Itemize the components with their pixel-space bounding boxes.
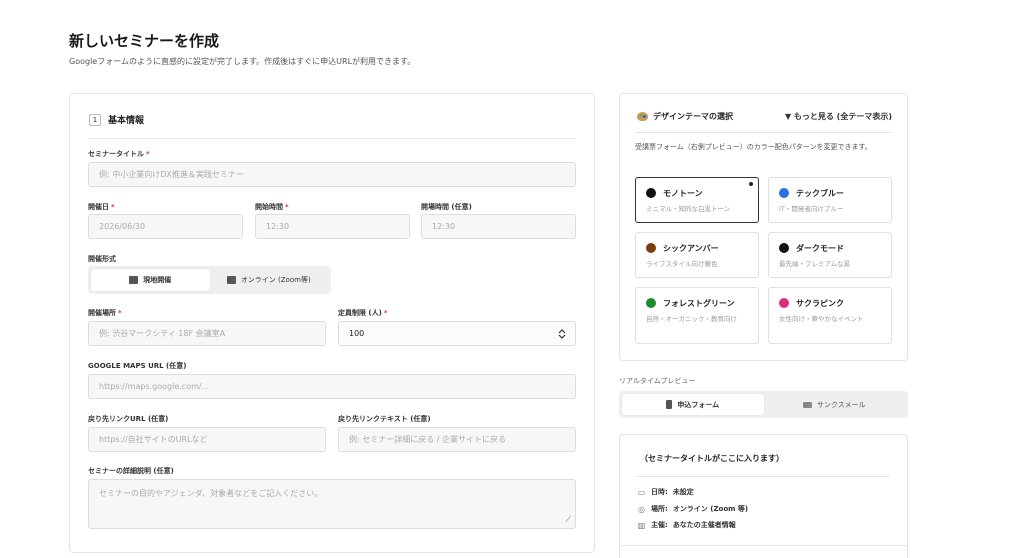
preview-row-key: 日時:	[651, 488, 668, 496]
step-number-badge: 1	[89, 113, 101, 126]
seminar-title-label: セミナータイトル *	[88, 150, 150, 158]
open-time-input[interactable]: 12:30	[421, 214, 576, 239]
format-option-online[interactable]: オンライン (Zoom等)	[210, 269, 329, 291]
resize-handle-icon[interactable]: ⟋	[565, 515, 571, 525]
maps-url-label: GOOGLE MAPS URL (任意)	[88, 362, 187, 370]
start-time-input[interactable]: 12:30	[255, 214, 410, 239]
return-url-input[interactable]: https://自社サイトのURLなど	[88, 427, 326, 452]
theme-option-name: モノトーン	[663, 189, 703, 198]
theme-option-name: フォレストグリーン	[663, 299, 735, 308]
theme-option-desc: 自然・オーガニック・教育向け	[646, 315, 737, 323]
capacity-input[interactable]: 100	[338, 321, 576, 346]
format-toggle: 現地開催 オンライン (Zoom等)	[88, 266, 331, 294]
theme-option-desc: 最先端・プレミアムな黒	[779, 260, 851, 268]
theme-option-name: サクラピンク	[796, 299, 844, 308]
mail-icon	[802, 401, 812, 408]
capacity-label: 定員制限 (人) *	[338, 309, 388, 317]
venue-input[interactable]: 例: 渋谷マークシティ 18F 会議室A	[88, 321, 326, 346]
theme-option-forest-green[interactable]: フォレストグリーン 自然・オーガニック・教育向け	[635, 287, 759, 344]
theme-title: デザインテーマの選択	[637, 111, 733, 122]
open-time-label: 開場時間 (任意)	[421, 203, 472, 211]
preview-row-organizer: ▥ 主催: あなたの主催者情報	[637, 520, 736, 530]
color-dot-icon	[779, 243, 789, 253]
preview-row-value: 未設定	[672, 488, 694, 496]
palette-icon	[637, 112, 648, 121]
theme-title-text: デザインテーマの選択	[653, 112, 733, 121]
theme-option-tech-blue[interactable]: テックブルー IT・開発者向けブルー	[768, 177, 892, 223]
date-input[interactable]: 2026/06/30	[88, 214, 243, 239]
tab-application-form[interactable]: 申込フォーム	[622, 394, 764, 415]
phone-icon	[666, 400, 673, 409]
return-text-input[interactable]: 例: セミナー詳細に戻る / 企業サイトに戻る	[338, 427, 576, 452]
color-dot-icon	[646, 188, 656, 198]
return-url-label: 戻り先リンクURL (任意)	[88, 415, 169, 423]
theme-option-desc: IT・開発者向けブルー	[779, 205, 844, 213]
page-title: 新しいセミナーを作成	[69, 32, 220, 50]
tab-application-form-label: 申込フォーム	[677, 400, 720, 409]
theme-option-name: ダークモード	[796, 244, 844, 253]
preview-tabs: 申込フォーム サンクスメール	[619, 391, 908, 418]
preview-divider	[637, 476, 890, 477]
capacity-value: 100	[349, 329, 365, 338]
format-label: 開催形式	[88, 255, 116, 263]
color-dot-icon	[646, 243, 656, 253]
format-option-onsite-label: 現地開催	[143, 276, 172, 284]
preview-row-datetime: ▭ 日時: 未設定	[637, 487, 694, 497]
date-label: 開催日 *	[88, 203, 115, 211]
color-dot-icon	[779, 298, 789, 308]
theme-option-monotone[interactable]: モノトーン ミニマル・知的な白黒トーン	[635, 177, 759, 223]
preview-row-value: あなたの主催者情報	[672, 521, 736, 529]
preview-seminar-title: （セミナータイトルがここに入ります）	[640, 454, 784, 463]
description-label: セミナーの詳細説明 (任意)	[88, 467, 174, 475]
theme-option-desc: ミニマル・知的な白黒トーン	[646, 205, 731, 213]
preview-row-key: 場所:	[651, 505, 668, 513]
preview-label: リアルタイムプレビュー	[619, 377, 696, 385]
description-textarea[interactable]: セミナーの目的やアジェンダ、対象者などをご記入ください。 ⟋	[88, 479, 576, 529]
theme-option-sakura-pink[interactable]: サクラピンク 女性向け・華やかなイベント	[768, 287, 892, 344]
section-header: 1 基本情報	[89, 113, 144, 126]
page-subtitle: Googleフォームのように直感的に設定が完了します。作成後はすぐに申込URLが…	[69, 57, 416, 66]
preview-bottom-divider	[620, 545, 907, 546]
venue-label: 開催場所 *	[88, 309, 122, 317]
maps-url-input[interactable]: https://maps.google.com/...	[88, 374, 576, 399]
start-time-label: 開始時間 *	[255, 203, 289, 211]
theme-option-desc: 女性向け・華やかなイベント	[779, 315, 864, 323]
monitor-icon	[226, 276, 236, 284]
color-dot-icon	[646, 298, 656, 308]
section-title: 基本情報	[108, 116, 145, 126]
preview-row-location: ◎ 場所: オンライン (Zoom 等)	[637, 504, 748, 514]
section-divider	[89, 138, 575, 139]
preview-card: （セミナータイトルがここに入ります） ▭ 日時: 未設定 ◎ 場所: オンライン…	[619, 434, 908, 558]
theme-divider	[635, 132, 892, 133]
show-more-themes-link[interactable]: ▼ もっと見る (全テーマ表示)	[785, 111, 892, 122]
calendar-icon: ▭	[637, 487, 646, 497]
tab-thanks-mail-label: サンクスメール	[816, 400, 866, 409]
theme-option-dark-mode[interactable]: ダークモード 最先端・プレミアムな黒	[768, 232, 892, 278]
building-icon	[129, 276, 139, 284]
location-pin-icon: ◎	[638, 504, 645, 514]
seminar-title-input[interactable]: 例: 中小企業向けDX推進＆実践セミナー	[88, 162, 576, 187]
return-text-label: 戻り先リンクテキスト (任意)	[338, 415, 431, 423]
stepper-icon[interactable]	[558, 328, 566, 340]
theme-option-desc: ライフスタイル向け暖色	[646, 260, 718, 268]
format-option-online-label: オンライン (Zoom等)	[240, 276, 311, 284]
theme-option-name: テックブルー	[796, 189, 844, 198]
color-dot-icon	[779, 188, 789, 198]
theme-description: 受講票フォーム（右側プレビュー）のカラー配色パターンを変更できます。	[635, 143, 872, 151]
format-option-onsite[interactable]: 現地開催	[91, 269, 210, 291]
building-icon: ▥	[637, 520, 646, 530]
preview-row-value: オンライン (Zoom 等)	[672, 505, 749, 513]
selected-indicator-icon	[749, 182, 753, 186]
description-placeholder: セミナーの目的やアジェンダ、対象者などをご記入ください。	[99, 489, 323, 498]
theme-option-chic-amber[interactable]: シックアンバー ライフスタイル向け暖色	[635, 232, 759, 278]
theme-card: デザインテーマの選択 ▼ もっと見る (全テーマ表示) 受講票フォーム（右側プレ…	[619, 93, 908, 361]
tab-thanks-mail[interactable]: サンクスメール	[764, 394, 906, 415]
preview-row-key: 主催:	[651, 521, 668, 529]
theme-option-name: シックアンバー	[663, 244, 719, 253]
